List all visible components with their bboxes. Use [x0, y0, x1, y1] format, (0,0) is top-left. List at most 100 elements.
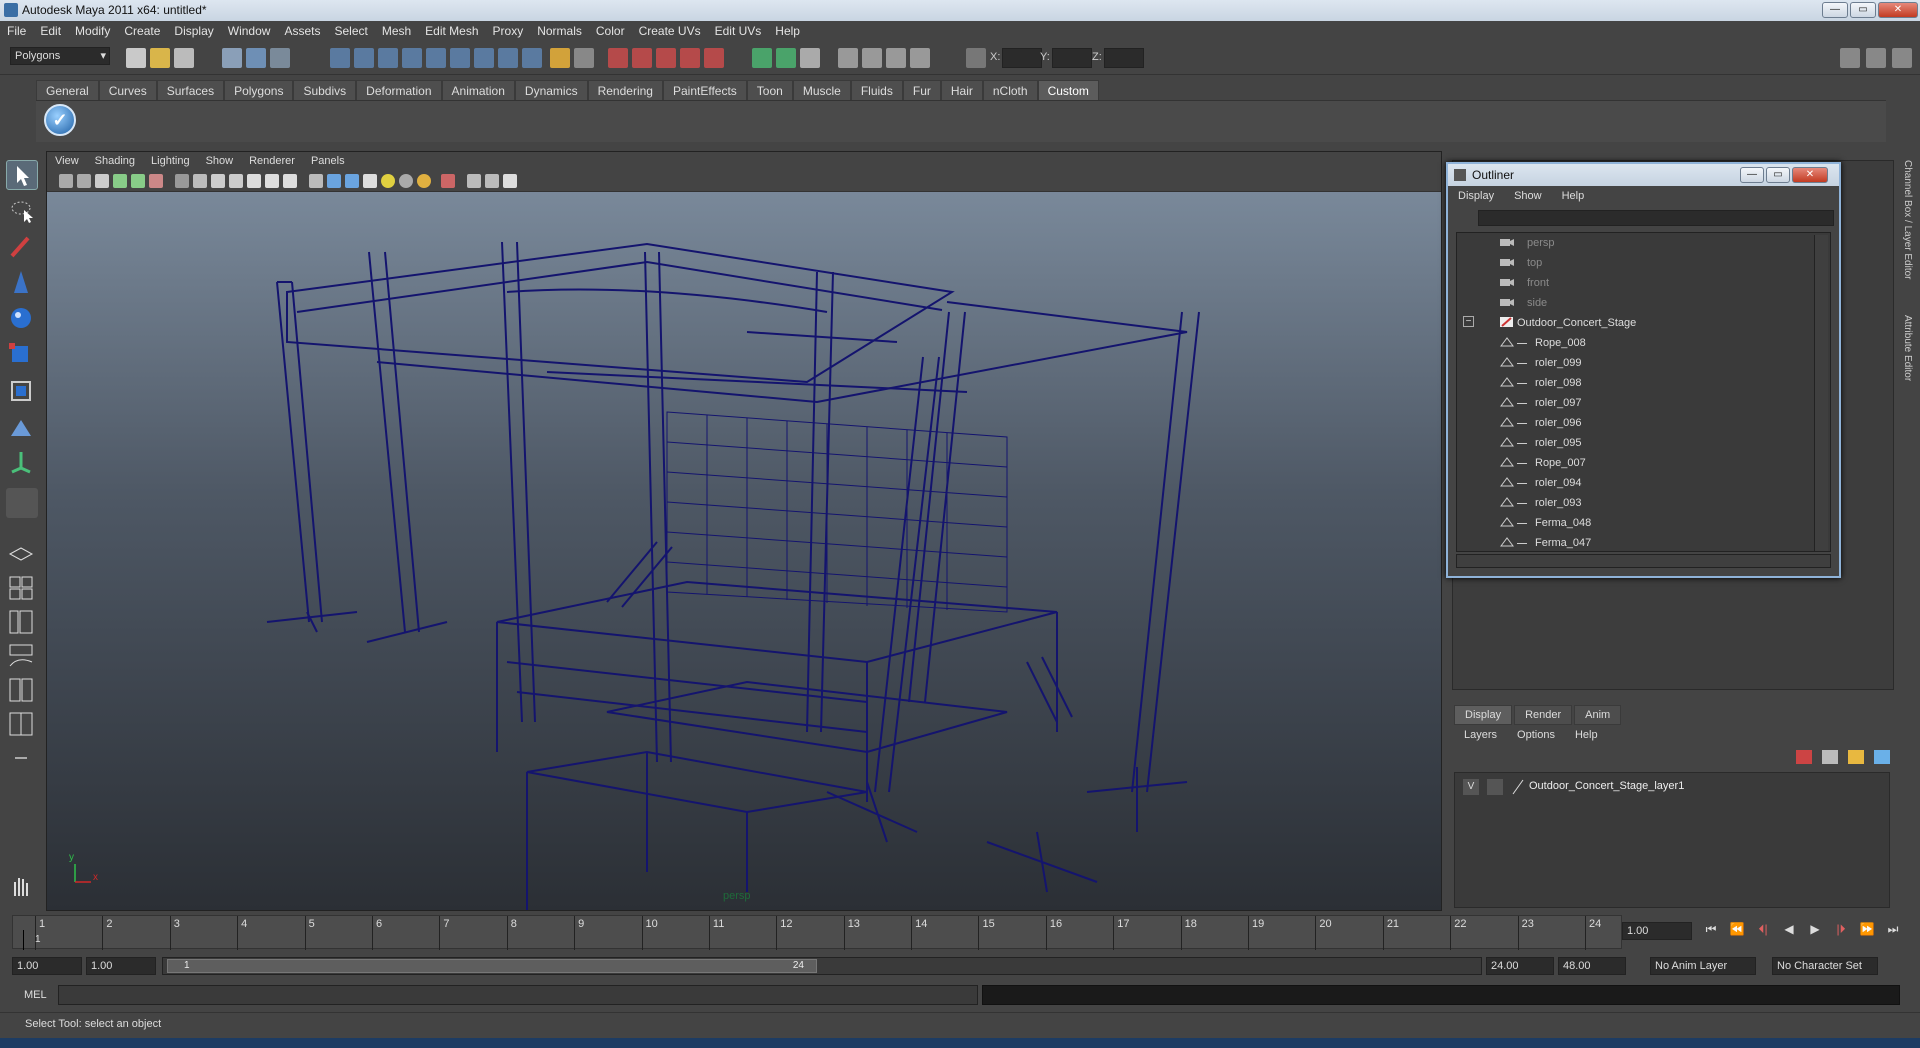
- menu-edit-mesh[interactable]: Edit Mesh: [418, 21, 485, 41]
- question-icon[interactable]: [522, 48, 542, 68]
- transform-field-icon[interactable]: [966, 48, 986, 68]
- render-frame-icon[interactable]: [862, 48, 882, 68]
- menu-window[interactable]: Window: [221, 21, 278, 41]
- isolate-select-icon[interactable]: [441, 174, 455, 188]
- wireframe-shading-icon[interactable]: [309, 174, 323, 188]
- hand-gesture-icon[interactable]: [6, 872, 38, 902]
- make-live-icon[interactable]: [704, 48, 724, 68]
- x-coord-field[interactable]: [1002, 48, 1042, 68]
- mel-command-input[interactable]: [58, 985, 978, 1005]
- tab-ncloth[interactable]: nCloth: [982, 80, 1038, 100]
- vp-menu-show[interactable]: Show: [198, 152, 242, 170]
- mel-label[interactable]: MEL: [24, 989, 47, 1001]
- list-item[interactable]: roler_096: [1457, 413, 1830, 433]
- snap-grid-icon[interactable]: [608, 48, 628, 68]
- more-layouts-icon[interactable]: [6, 744, 38, 774]
- character-set-dropdown[interactable]: No Character Set: [1772, 957, 1878, 975]
- go-to-start-button[interactable]: ⏮: [1702, 922, 1720, 940]
- outliner-filter-input[interactable]: [1478, 210, 1834, 226]
- snap-curve-icon[interactable]: [632, 48, 652, 68]
- menu-select[interactable]: Select: [327, 21, 374, 41]
- tab-polygons[interactable]: Polygons: [224, 80, 294, 100]
- select-deformations-icon[interactable]: [426, 48, 446, 68]
- outliner-maximize-button[interactable]: ▭: [1766, 167, 1790, 183]
- outliner-minimize-button[interactable]: —: [1740, 167, 1764, 183]
- grease-pencil-icon[interactable]: [149, 174, 163, 188]
- output-ops-icon[interactable]: [776, 48, 796, 68]
- scale-tool-icon[interactable]: [6, 340, 38, 370]
- step-back-key-button[interactable]: ⏪: [1728, 922, 1746, 940]
- close-button[interactable]: ✕: [1878, 2, 1918, 18]
- menu-proxy[interactable]: Proxy: [486, 21, 531, 41]
- bookmark-icon[interactable]: [95, 174, 109, 188]
- list-item[interactable]: Ferma_048: [1457, 513, 1830, 533]
- snap-point-icon[interactable]: [656, 48, 676, 68]
- outliner-menu-help[interactable]: Help: [1552, 186, 1595, 206]
- select-rendering-icon[interactable]: [474, 48, 494, 68]
- outliner-horizontal-scrollbar[interactable]: [1456, 554, 1831, 568]
- wireframe-on-shaded-icon[interactable]: [345, 174, 359, 188]
- attribute-editor-toggle-icon[interactable]: [1840, 48, 1860, 68]
- tab-curves[interactable]: Curves: [98, 80, 157, 100]
- save-scene-icon[interactable]: [174, 48, 194, 68]
- grid-toggle-icon[interactable]: [175, 174, 189, 188]
- outliner-root-item[interactable]: − Outdoor_Concert_Stage: [1457, 313, 1830, 333]
- play-backwards-button[interactable]: ◀: [1780, 922, 1798, 940]
- range-slider-handle[interactable]: 1 24: [167, 959, 817, 973]
- animation-end-field[interactable]: 48.00: [1558, 957, 1626, 975]
- tab-muscle[interactable]: Muscle: [792, 80, 851, 100]
- step-forward-key-button[interactable]: ⏩: [1858, 922, 1876, 940]
- smooth-shading-icon[interactable]: [327, 174, 341, 188]
- select-joints-icon[interactable]: [354, 48, 374, 68]
- list-item[interactable]: Rope_007: [1457, 453, 1830, 473]
- shadows-icon[interactable]: [399, 174, 413, 188]
- highlight-selection-icon[interactable]: [574, 48, 594, 68]
- side-tab-channel-box[interactable]: Channel Box / Layer Editor: [1902, 160, 1913, 280]
- universal-manipulator-icon[interactable]: [6, 376, 38, 406]
- resolution-gate-icon[interactable]: [211, 174, 225, 188]
- safe-title-icon[interactable]: [283, 174, 297, 188]
- camera-attributes-icon[interactable]: [77, 174, 91, 188]
- tab-hair[interactable]: Hair: [940, 80, 983, 100]
- step-back-frame-button[interactable]: ⏴|: [1754, 922, 1772, 940]
- select-hierarchy-icon[interactable]: [222, 48, 242, 68]
- tab-deformation[interactable]: Deformation: [356, 80, 442, 100]
- vp-menu-lighting[interactable]: Lighting: [143, 152, 198, 170]
- textured-icon[interactable]: [363, 174, 377, 188]
- layer-down-icon[interactable]: [1874, 750, 1890, 764]
- menu-assets[interactable]: Assets: [277, 21, 327, 41]
- tab-custom[interactable]: Custom: [1037, 80, 1099, 100]
- soft-mod-tool-icon[interactable]: [6, 412, 38, 442]
- use-all-lights-icon[interactable]: [381, 174, 395, 188]
- tab-fluids[interactable]: Fluids: [850, 80, 903, 100]
- lock-selection-icon[interactable]: [550, 48, 570, 68]
- ipr-render-icon[interactable]: [886, 48, 906, 68]
- last-tool-icon[interactable]: [6, 488, 38, 518]
- playback-start-field[interactable]: 1.00: [86, 957, 156, 975]
- menu-mesh[interactable]: Mesh: [375, 21, 418, 41]
- camera-select-icon[interactable]: [59, 174, 73, 188]
- layer-up-icon[interactable]: [1848, 750, 1864, 764]
- tab-toon[interactable]: Toon: [746, 80, 793, 100]
- rotate-tool-icon[interactable]: [6, 304, 38, 334]
- snap-view-plane-icon[interactable]: [680, 48, 700, 68]
- paint-select-tool-icon[interactable]: [6, 232, 38, 262]
- menu-create-uvs[interactable]: Create UVs: [632, 21, 708, 41]
- lasso-tool-icon[interactable]: [6, 196, 38, 226]
- step-forward-frame-button[interactable]: |⏵: [1832, 922, 1850, 940]
- tab-render-layers[interactable]: Render: [1514, 705, 1573, 725]
- outliner-list[interactable]: persp top front side − Outdoor_Concert_S…: [1456, 232, 1831, 552]
- tab-display-layers[interactable]: Display: [1454, 705, 1513, 725]
- gate-mask-icon[interactable]: [229, 174, 243, 188]
- backface-culling-icon[interactable]: [503, 174, 517, 188]
- hypershade-layout-icon[interactable]: [6, 676, 38, 706]
- select-handles-icon[interactable]: [330, 48, 350, 68]
- animation-start-field[interactable]: 1.00: [12, 957, 82, 975]
- select-tool-icon[interactable]: [6, 160, 38, 190]
- high-quality-icon[interactable]: [417, 174, 431, 188]
- persp-outliner-layout-icon[interactable]: [6, 710, 38, 740]
- menu-file[interactable]: File: [0, 21, 33, 41]
- input-ops-icon[interactable]: [752, 48, 772, 68]
- four-pane-layout-icon[interactable]: [6, 574, 38, 604]
- play-forwards-button[interactable]: ▶: [1806, 922, 1824, 940]
